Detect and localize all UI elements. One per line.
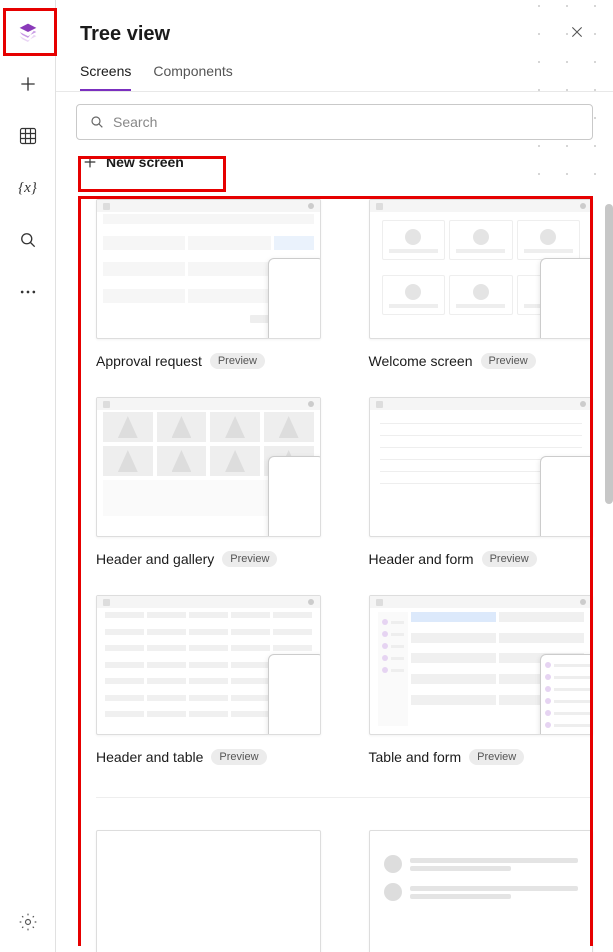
more-icon[interactable]	[16, 280, 40, 304]
template-approval-request[interactable]: Approval request Preview	[96, 199, 321, 369]
template-thumbnail	[369, 199, 594, 339]
template-gallery: Approval request Preview Welcom	[96, 199, 593, 952]
new-screen-label: New screen	[106, 154, 184, 170]
tabs: Screens Components	[56, 49, 613, 92]
search-icon[interactable]	[16, 228, 40, 252]
preview-badge: Preview	[222, 551, 277, 567]
search-input[interactable]	[76, 104, 593, 140]
search-field[interactable]	[113, 114, 580, 130]
preview-badge: Preview	[211, 749, 266, 765]
template-label: Header and form	[369, 551, 474, 567]
tab-components[interactable]: Components	[153, 63, 232, 91]
template-label: Welcome screen	[369, 353, 473, 369]
layers-icon[interactable]	[16, 20, 40, 44]
tab-screens[interactable]: Screens	[80, 63, 131, 91]
template-list[interactable]	[369, 830, 594, 952]
template-thumbnail	[369, 397, 594, 537]
settings-icon[interactable]	[16, 910, 40, 934]
search-icon	[89, 114, 105, 130]
scrollbar[interactable]	[605, 204, 613, 504]
template-blank[interactable]	[96, 830, 321, 952]
preview-badge: Preview	[210, 353, 265, 369]
plus-icon	[82, 154, 98, 170]
preview-badge: Preview	[482, 551, 537, 567]
left-rail: {x}	[0, 0, 56, 952]
template-thumbnail	[96, 595, 321, 735]
template-thumbnail	[96, 830, 321, 952]
template-header-and-gallery[interactable]: Header and gallery Preview	[96, 397, 321, 567]
close-button[interactable]	[565, 20, 589, 49]
template-header-and-table[interactable]: Header and table Preview	[96, 595, 321, 765]
template-label: Header and table	[96, 749, 203, 765]
template-thumbnail	[96, 397, 321, 537]
preview-badge: Preview	[469, 749, 524, 765]
template-thumbnail	[96, 199, 321, 339]
template-welcome-screen[interactable]: Welcome screen Preview	[369, 199, 594, 369]
template-label: Approval request	[96, 353, 202, 369]
grid-icon[interactable]	[16, 124, 40, 148]
panel-title: Tree view	[80, 23, 170, 46]
template-table-and-form[interactable]: Table and form Preview	[369, 595, 594, 765]
variable-icon[interactable]: {x}	[16, 176, 40, 200]
template-thumbnail	[369, 830, 594, 952]
template-label: Table and form	[369, 749, 462, 765]
template-label: Header and gallery	[96, 551, 214, 567]
template-thumbnail	[369, 595, 594, 735]
preview-badge: Preview	[481, 353, 536, 369]
new-screen-button[interactable]: New screen	[76, 150, 190, 174]
plus-icon[interactable]	[16, 72, 40, 96]
separator	[96, 797, 593, 798]
template-header-and-form[interactable]: Header and form Preview	[369, 397, 594, 567]
